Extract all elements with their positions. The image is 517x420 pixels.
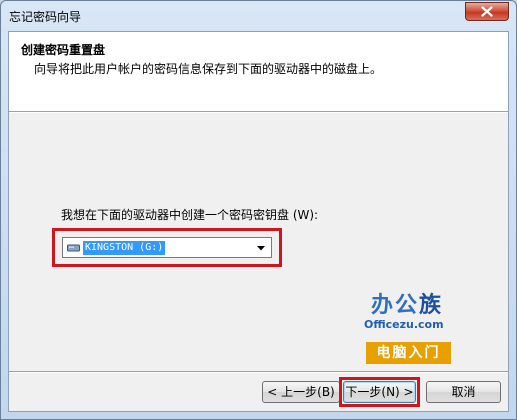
usb-drive-icon [67,244,80,252]
logo-tagline: 电脑入门 [366,342,451,364]
footer-divider [9,371,508,373]
watermark-logo: 办公族 Officezu.com 电脑入门 [354,287,474,377]
title-bar[interactable]: 忘记密码向导 [1,1,516,31]
page-subtitle: 向导将把此用户帐户的密码信息保存到下面的驱动器中的磁盘上。 [34,62,383,76]
drive-select[interactable]: KINGSTON (G:) [62,237,272,258]
cancel-button[interactable]: 取消 [426,381,501,403]
wizard-body: 创建密码重置盘 向导将把此用户帐户的密码信息保存到下面的驱动器中的磁盘上。 我想… [8,31,509,412]
wizard-header: 创建密码重置盘 向导将把此用户帐户的密码信息保存到下面的驱动器中的磁盘上。 [9,32,508,111]
logo-site: Officezu.com [364,318,444,331]
logo-text-b: 族 [419,293,444,318]
logo-mark: 办公族 [371,287,443,319]
back-button[interactable]: < 上一步(B) [262,381,340,403]
page-title: 创建密码重置盘 [21,43,106,57]
logo-text-a: 办公 [371,293,420,318]
next-button[interactable]: 下一步(N) > [343,381,416,403]
drive-select-label: 我想在下面的驱动器中创建一个密码密钥盘 (W): [61,208,319,222]
window-title: 忘记密码向导 [9,10,82,24]
chevron-down-icon[interactable] [257,246,265,251]
drive-select-value: KINGSTON (G:) [83,241,166,255]
close-button[interactable] [465,2,509,21]
wizard-window: 忘记密码向导 创建密码重置盘 向导将把此用户帐户的密码信息保存到下面的驱动器中的… [0,0,517,420]
close-icon [481,6,493,17]
header-divider [9,111,508,113]
